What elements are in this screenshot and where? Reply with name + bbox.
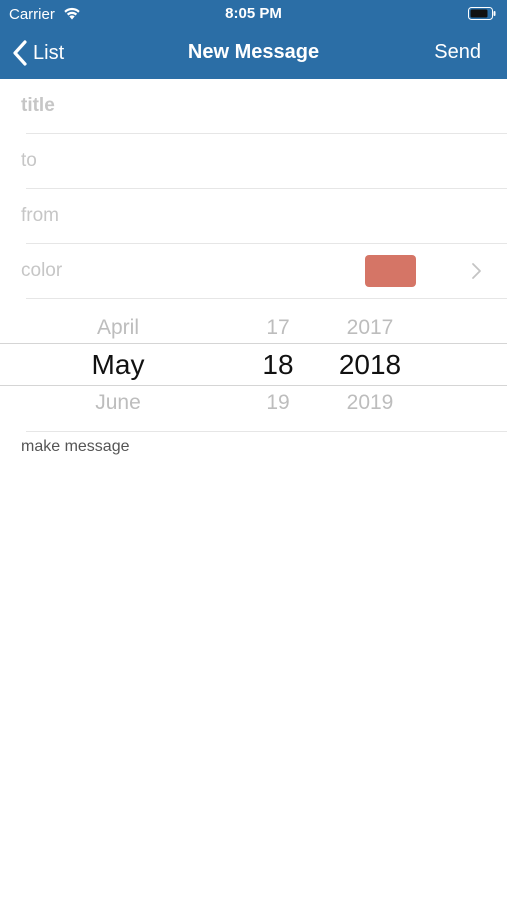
chevron-right-icon bbox=[472, 263, 481, 279]
year-option: 2019 bbox=[346, 391, 394, 414]
month-option: April bbox=[96, 316, 139, 339]
day-option: 19 bbox=[266, 391, 290, 414]
day-wheel[interactable]: 17 18 19 bbox=[248, 300, 308, 432]
color-swatch[interactable] bbox=[365, 255, 416, 287]
send-button[interactable]: Send bbox=[434, 41, 481, 64]
year-wheel[interactable]: 2017 2018 2019 bbox=[325, 300, 415, 432]
date-picker: April May June 17 18 19 2017 2018 2019 bbox=[0, 300, 507, 432]
month-option: June bbox=[95, 391, 141, 414]
year-option: 2017 bbox=[346, 316, 394, 339]
color-label: color bbox=[21, 260, 63, 281]
title-field[interactable] bbox=[21, 79, 481, 133]
from-field[interactable] bbox=[21, 189, 481, 243]
top-bar: Carrier 8:05 PM List New Message Send bbox=[0, 0, 507, 79]
divider bbox=[26, 431, 507, 432]
status-time: 8:05 PM bbox=[225, 5, 282, 22]
day-selected: 18 bbox=[262, 349, 294, 380]
month-wheel[interactable]: April May June bbox=[68, 300, 168, 432]
to-field[interactable] bbox=[21, 134, 481, 188]
divider bbox=[26, 298, 507, 299]
year-selected: 2018 bbox=[338, 349, 402, 380]
day-option: 17 bbox=[266, 316, 290, 339]
navigation-bar: List New Message Send bbox=[0, 28, 507, 79]
to-row bbox=[0, 134, 507, 189]
title-row bbox=[0, 79, 507, 134]
page-title: New Message bbox=[187, 41, 320, 63]
status-bar: Carrier 8:05 PM bbox=[0, 0, 507, 28]
battery-icon bbox=[468, 7, 496, 20]
from-row bbox=[0, 189, 507, 244]
make-message-button[interactable]: make message bbox=[21, 438, 130, 456]
color-row[interactable]: color bbox=[0, 244, 507, 299]
month-selected: May bbox=[91, 349, 145, 380]
